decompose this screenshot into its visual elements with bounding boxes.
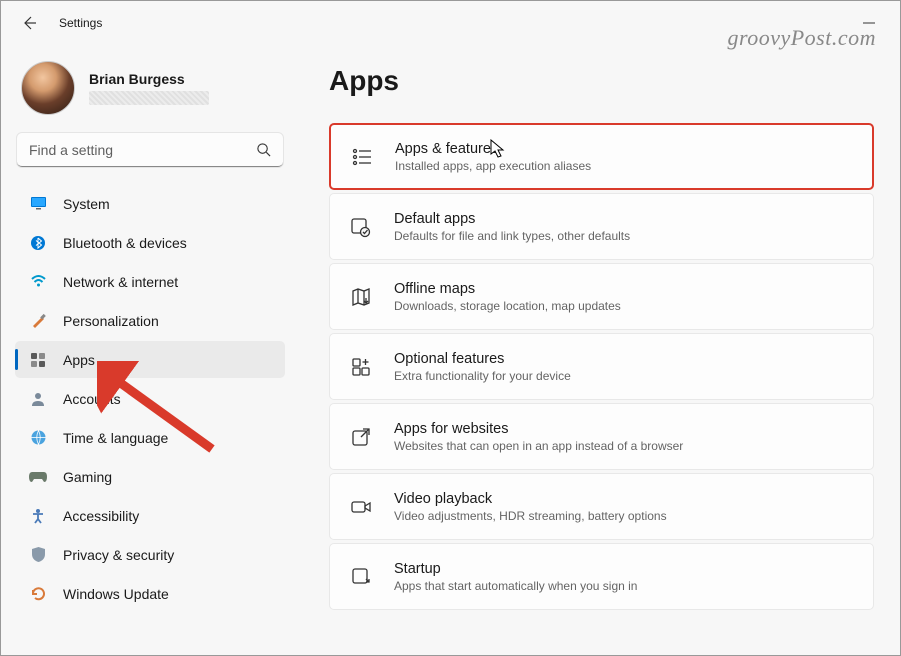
add-grid-icon [350,356,372,378]
sidebar-item-label: Windows Update [63,586,169,602]
clock-globe-icon [29,429,47,447]
default-apps-icon [350,216,372,238]
page-title: Apps [329,65,874,97]
sidebar-item-privacy[interactable]: Privacy & security [15,536,285,573]
sidebar-item-label: Time & language [63,430,168,446]
card-apps-features[interactable]: Apps & features Installed apps, app exec… [329,123,874,190]
card-title: Apps for websites [394,421,683,437]
card-apps-websites[interactable]: Apps for websites Websites that can open… [329,403,874,470]
card-subtitle: Defaults for file and link types, other … [394,229,630,243]
gamepad-icon [29,468,47,486]
person-icon [29,390,47,408]
card-title: Startup [394,561,637,577]
paintbrush-icon [29,312,47,330]
sidebar-item-label: Accessibility [63,508,139,524]
sidebar-item-accounts[interactable]: Accounts [15,380,285,417]
card-default-apps[interactable]: Default apps Defaults for file and link … [329,193,874,260]
search-input[interactable] [17,133,283,167]
video-icon [350,496,372,518]
update-icon [29,585,47,603]
card-optional-features[interactable]: Optional features Extra functionality fo… [329,333,874,400]
arrow-left-icon [21,15,37,31]
card-title: Optional features [394,351,571,367]
card-offline-maps[interactable]: Offline maps Downloads, storage location… [329,263,874,330]
sidebar-item-label: Accounts [63,391,121,407]
profile-name: Brian Burgess [89,71,209,87]
open-external-icon [350,426,372,448]
sidebar-item-accessibility[interactable]: Accessibility [15,497,285,534]
monitor-icon [29,195,47,213]
sidebar-item-bluetooth[interactable]: Bluetooth & devices [15,224,285,261]
sidebar-item-time[interactable]: Time & language [15,419,285,456]
shield-icon [29,546,47,564]
wifi-icon [29,273,47,291]
window-title: Settings [59,16,102,30]
sidebar-item-label: Gaming [63,469,112,485]
apps-icon [29,351,47,369]
card-subtitle: Downloads, storage location, map updates [394,299,621,313]
nav: System Bluetooth & devices Network & int… [15,185,285,612]
card-video-playback[interactable]: Video playback Video adjustments, HDR st… [329,473,874,540]
profile[interactable]: Brian Burgess [15,45,285,133]
card-title: Default apps [394,211,630,227]
card-title: Offline maps [394,281,621,297]
list-icon [351,146,373,168]
sidebar-item-personalization[interactable]: Personalization [15,302,285,339]
sidebar-item-update[interactable]: Windows Update [15,575,285,612]
sidebar: Brian Burgess System Bluetooth & devices… [1,45,295,655]
profile-email-redacted [89,91,209,105]
sidebar-item-label: Network & internet [63,274,178,290]
card-title: Apps & features [395,141,591,157]
startup-icon [350,566,372,588]
main-content: Apps Apps & features Installed apps, app… [295,45,900,655]
card-subtitle: Websites that can open in an app instead… [394,439,683,453]
sidebar-item-label: Apps [63,352,95,368]
sidebar-item-label: Bluetooth & devices [63,235,187,251]
sidebar-item-gaming[interactable]: Gaming [15,458,285,495]
bluetooth-icon [29,234,47,252]
sidebar-item-system[interactable]: System [15,185,285,222]
sidebar-item-label: System [63,196,110,212]
watermark: groovyPost.com [727,25,876,51]
search-container [17,133,283,167]
card-subtitle: Video adjustments, HDR streaming, batter… [394,509,667,523]
card-subtitle: Extra functionality for your device [394,369,571,383]
sidebar-item-label: Privacy & security [63,547,174,563]
sidebar-item-label: Personalization [63,313,159,329]
map-icon [350,286,372,308]
card-startup[interactable]: Startup Apps that start automatically wh… [329,543,874,610]
search-icon [256,142,271,157]
card-subtitle: Installed apps, app execution aliases [395,159,591,173]
card-subtitle: Apps that start automatically when you s… [394,579,637,593]
back-button[interactable] [17,11,41,35]
accessibility-icon [29,507,47,525]
card-title: Video playback [394,491,667,507]
settings-cards: Apps & features Installed apps, app exec… [329,123,874,610]
avatar [21,61,75,115]
sidebar-item-apps[interactable]: Apps [15,341,285,378]
sidebar-item-network[interactable]: Network & internet [15,263,285,300]
